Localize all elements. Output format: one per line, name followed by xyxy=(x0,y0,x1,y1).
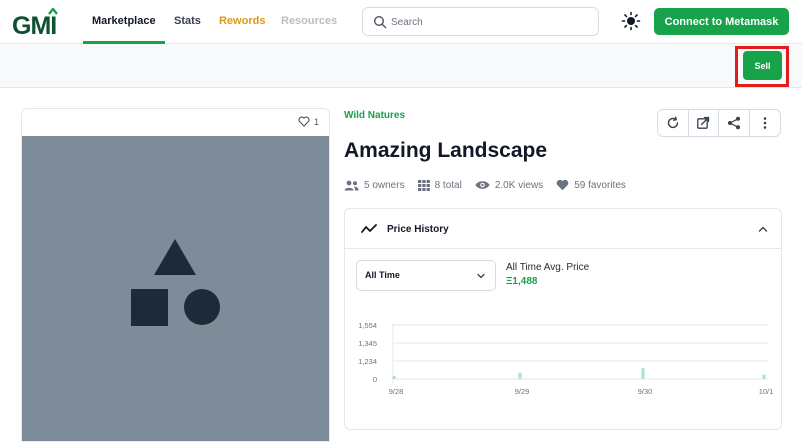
collection-link[interactable]: Wild Natures xyxy=(344,110,405,121)
avg-price-label: All Time Avg. Price xyxy=(506,262,590,273)
views-stat: 2.0K views xyxy=(475,180,543,191)
x-tick-label: 9/28 xyxy=(389,387,404,396)
chart-bar xyxy=(392,375,396,379)
favorites-count: 59 favorites xyxy=(574,179,626,191)
views-count: 2.0K views xyxy=(494,179,544,191)
heart-outline-icon xyxy=(298,116,310,127)
x-tick-label: 9/29 xyxy=(515,387,530,396)
chart-bar xyxy=(641,368,645,379)
gmi-logo[interactable]: GMI xyxy=(12,6,64,40)
price-history-chart: 1,554 1,345 1,234 0 9/28 9/29 9/30 10/1 xyxy=(358,321,774,396)
x-tick-label: 10/1 xyxy=(759,387,774,396)
heart-icon xyxy=(556,179,569,191)
y-tick-label: 0 xyxy=(373,375,377,384)
period-select[interactable]: All Time xyxy=(356,260,496,291)
item-toolbar xyxy=(657,109,781,137)
avg-price-value: Ξ1,488 xyxy=(506,276,538,287)
price-history-header[interactable]: Price History xyxy=(345,209,781,249)
action-bar: Sell xyxy=(0,44,802,88)
period-value: All Time xyxy=(365,270,400,280)
trending-icon xyxy=(361,224,377,233)
more-icon[interactable] xyxy=(750,110,780,136)
chevron-up-icon[interactable] xyxy=(757,223,769,235)
nav-marketplace[interactable]: Marketplace xyxy=(92,15,156,27)
y-tick-label: 1,234 xyxy=(358,357,377,366)
item-title: Amazing Landscape xyxy=(344,139,548,162)
chevron-down-icon xyxy=(477,273,485,279)
connect-metamask-button[interactable]: Connect to Metamask xyxy=(654,8,789,35)
search-box[interactable] xyxy=(362,7,599,36)
share-icon[interactable] xyxy=(719,110,750,136)
chart-bar xyxy=(518,372,522,379)
total-count: 8 total xyxy=(434,179,462,191)
sun-icon[interactable] xyxy=(621,11,641,31)
item-image-placeholder[interactable] xyxy=(22,136,329,441)
owners-stat[interactable]: 5 owners xyxy=(344,180,405,191)
nav-stats[interactable]: Stats xyxy=(174,15,201,27)
svg-text:GMI: GMI xyxy=(12,12,56,38)
favorite-count: 1 xyxy=(313,116,319,127)
price-history-title: Price History xyxy=(387,224,449,235)
people-icon xyxy=(344,180,359,190)
eye-icon xyxy=(475,181,490,189)
search-icon xyxy=(373,15,387,29)
y-tick-label: 1,345 xyxy=(358,339,377,348)
x-tick-label: 9/30 xyxy=(638,387,653,396)
total-stat: 8 total xyxy=(417,179,462,191)
owners-count: 5 owners xyxy=(364,179,405,191)
external-link-icon[interactable] xyxy=(689,110,719,136)
item-card: 1 xyxy=(21,108,330,442)
item-stats: 5 owners 8 total 2.0K views 59 favorites xyxy=(344,179,639,191)
nav-resources[interactable]: Resources xyxy=(281,15,337,27)
favorites-stat: 59 favorites xyxy=(556,179,626,191)
favorite-toggle[interactable]: 1 xyxy=(298,116,319,127)
top-header: GMI Marketplace Stats Rewords Resources … xyxy=(0,0,802,44)
grid-icon xyxy=(417,179,430,191)
chart-bar xyxy=(762,374,766,379)
nav-rewards[interactable]: Rewords xyxy=(219,15,265,27)
y-tick-label: 1,554 xyxy=(358,321,377,330)
search-input[interactable] xyxy=(391,13,591,31)
sell-button[interactable]: Sell xyxy=(743,51,782,80)
price-history-panel: Price History All Time All Time Avg. Pri… xyxy=(344,208,782,430)
image-placeholder-icon xyxy=(131,239,220,326)
refresh-icon[interactable] xyxy=(658,110,689,136)
